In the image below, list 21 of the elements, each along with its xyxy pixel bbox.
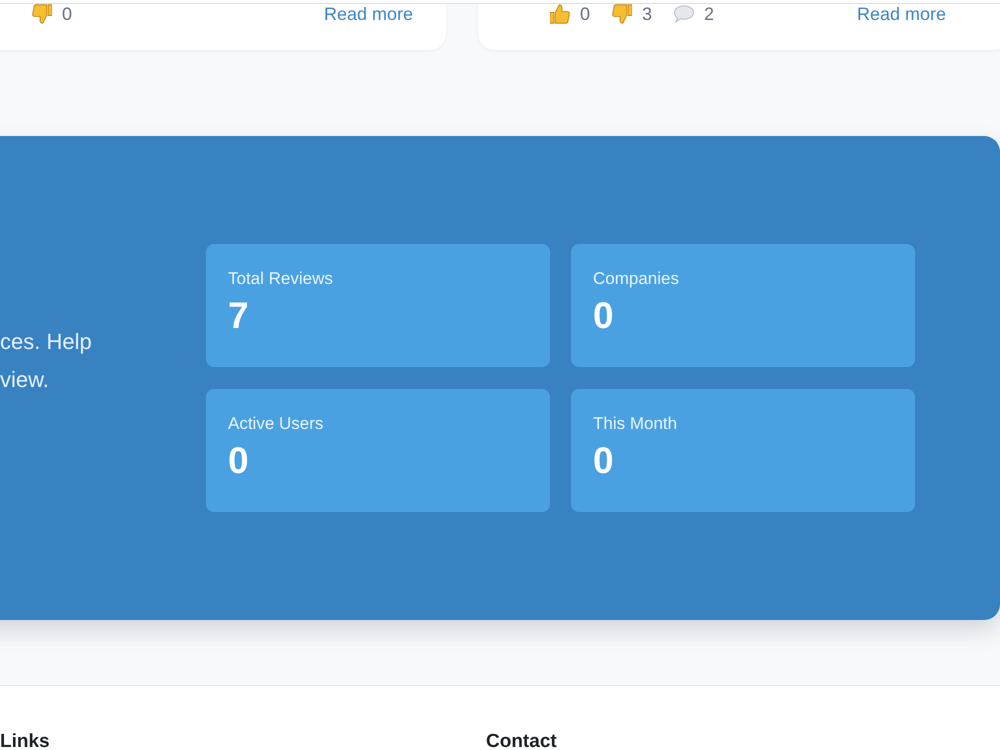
thumbs-down-icon[interactable] [32, 4, 52, 24]
reaction-count: 0 [580, 4, 590, 24]
speech-bubble-icon[interactable] [674, 4, 694, 24]
stat-label: Active Users [228, 413, 324, 435]
reaction-count: 3 [642, 4, 652, 24]
stat-value: 0 [228, 439, 250, 483]
stat-value: 0 [593, 439, 615, 483]
read-more-link[interactable]: Read more [324, 4, 413, 24]
stat-label: Total Reviews [228, 268, 334, 290]
intro-text: ces. Help view. [0, 328, 93, 394]
reaction-count: 0 [62, 4, 72, 24]
stat-label: Companies [593, 268, 680, 290]
stat-label: This Month [593, 413, 678, 435]
reaction-count: 2 [704, 4, 714, 24]
stat-value: 7 [228, 294, 250, 338]
footer-heading: Contact [486, 732, 558, 750]
read-more-link[interactable]: Read more [856, 4, 946, 24]
thumbs-up-icon[interactable] [550, 4, 570, 24]
footer-heading: Links [0, 732, 51, 750]
stat-value: 0 [593, 294, 615, 338]
thumbs-down-icon[interactable] [612, 4, 632, 24]
